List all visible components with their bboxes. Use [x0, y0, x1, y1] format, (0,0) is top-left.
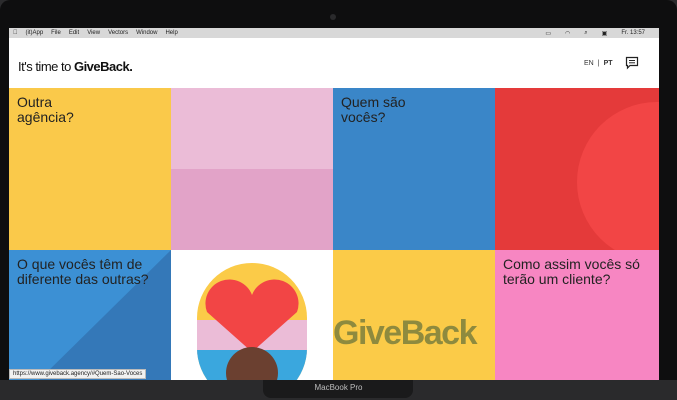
tile-o-que-diferente[interactable]: O que vocês têm de diferente das outras? [9, 250, 171, 380]
apple-icon[interactable]:  [13, 30, 18, 36]
screen:  (it)App File Edit View Vectors Window … [9, 28, 659, 380]
menu-window[interactable]: Window [136, 30, 157, 36]
device-label: MacBook Pro [314, 383, 363, 392]
tile-quem-sao-voces[interactable]: Quem são vocês? [333, 88, 495, 250]
wifi-icon[interactable]: ◠ [565, 30, 570, 37]
mac-menubar:  (it)App File Edit View Vectors Window … [9, 28, 659, 38]
menu-extra-icon[interactable]: ▣ [602, 30, 608, 37]
laptop-frame:  (it)App File Edit View Vectors Window … [0, 0, 677, 400]
menu-help[interactable]: Help [165, 30, 177, 36]
brand-name: GiveBack. [73, 59, 133, 74]
lang-en-link[interactable]: EN [584, 60, 594, 67]
tile-outra-agencia[interactable]: Outra agência? [9, 88, 171, 250]
tile-cliente-text: Como assim vocês só terão um cliente? [503, 256, 640, 288]
tile-diferente-text: O que vocês têm de diferente das outras? [17, 256, 149, 288]
tile-red-circle[interactable] [495, 88, 659, 250]
battery-icon[interactable]: ▭ [545, 30, 551, 37]
brand-logo[interactable]: It's time to GiveBack. [18, 59, 133, 74]
language-switcher: EN | PT [584, 60, 613, 67]
site-header: It's time to GiveBack. EN | PT [9, 38, 659, 88]
lang-separator: | [597, 60, 600, 67]
giveback-wordmark: GiveBack [333, 314, 478, 352]
chat-icon[interactable] [625, 56, 639, 70]
tile-como-assim[interactable]: Como assim vocês só terão um cliente? [495, 250, 659, 380]
camera-icon [330, 14, 336, 20]
lang-pt-link[interactable]: PT [604, 60, 613, 67]
tile-pink-bottom[interactable] [171, 169, 333, 250]
tile-outra-text: Outra agência? [17, 94, 74, 126]
tile-quem-text: Quem são vocês? [341, 94, 406, 126]
tile-grid: Outra agência? Quem são vocês? O que voc… [9, 88, 659, 380]
menu-file[interactable]: File [51, 30, 61, 36]
tile-heart-illustration[interactable] [171, 250, 333, 380]
circle-shape [577, 102, 659, 250]
menu-view[interactable]: View [87, 30, 100, 36]
tile-giveback-logo[interactable]: GiveBack [333, 250, 495, 380]
search-icon[interactable]: ⌕ [584, 30, 587, 37]
menu-vectors[interactable]: Vectors [108, 30, 128, 36]
clock[interactable]: Fr. 13:57 [621, 30, 645, 36]
heart-illustration [197, 263, 307, 380]
status-bar-url: https://www.giveback.agency/#Quem-Sao-Vo… [9, 369, 147, 379]
brand-prefix: It's time to [18, 59, 74, 74]
menu-edit[interactable]: Edit [69, 30, 79, 36]
menu-app[interactable]: (it)App [26, 30, 44, 36]
tile-pink-top[interactable] [171, 88, 333, 169]
